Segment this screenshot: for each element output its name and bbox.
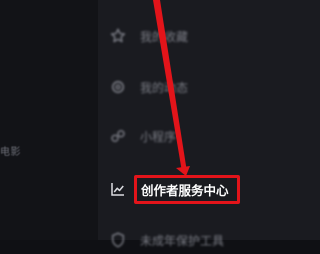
left-pane: 电影 xyxy=(0,0,98,240)
settings-gear-icon xyxy=(108,77,128,97)
highlight-box xyxy=(134,175,240,204)
menu-item-minor-protection[interactable]: 未成年保护工具 xyxy=(108,226,308,254)
menu-item-mini-program[interactable]: 小程序 xyxy=(108,122,308,150)
menu-item-label: 我的收藏 xyxy=(140,29,189,44)
menu-item-favorites[interactable]: 我的收藏 xyxy=(108,22,308,50)
menu-item-label: 小程序 xyxy=(140,129,177,144)
menu-item-label: 未成年保护工具 xyxy=(140,233,225,248)
menu-item-label: 我的动态 xyxy=(140,80,189,95)
shield-icon xyxy=(108,230,128,250)
menu-item-activity[interactable]: 我的动态 xyxy=(108,73,308,101)
mini-program-icon xyxy=(108,126,128,146)
left-partial-text: 电影 xyxy=(0,147,21,158)
star-icon xyxy=(108,26,128,46)
line-chart-icon xyxy=(108,179,128,199)
